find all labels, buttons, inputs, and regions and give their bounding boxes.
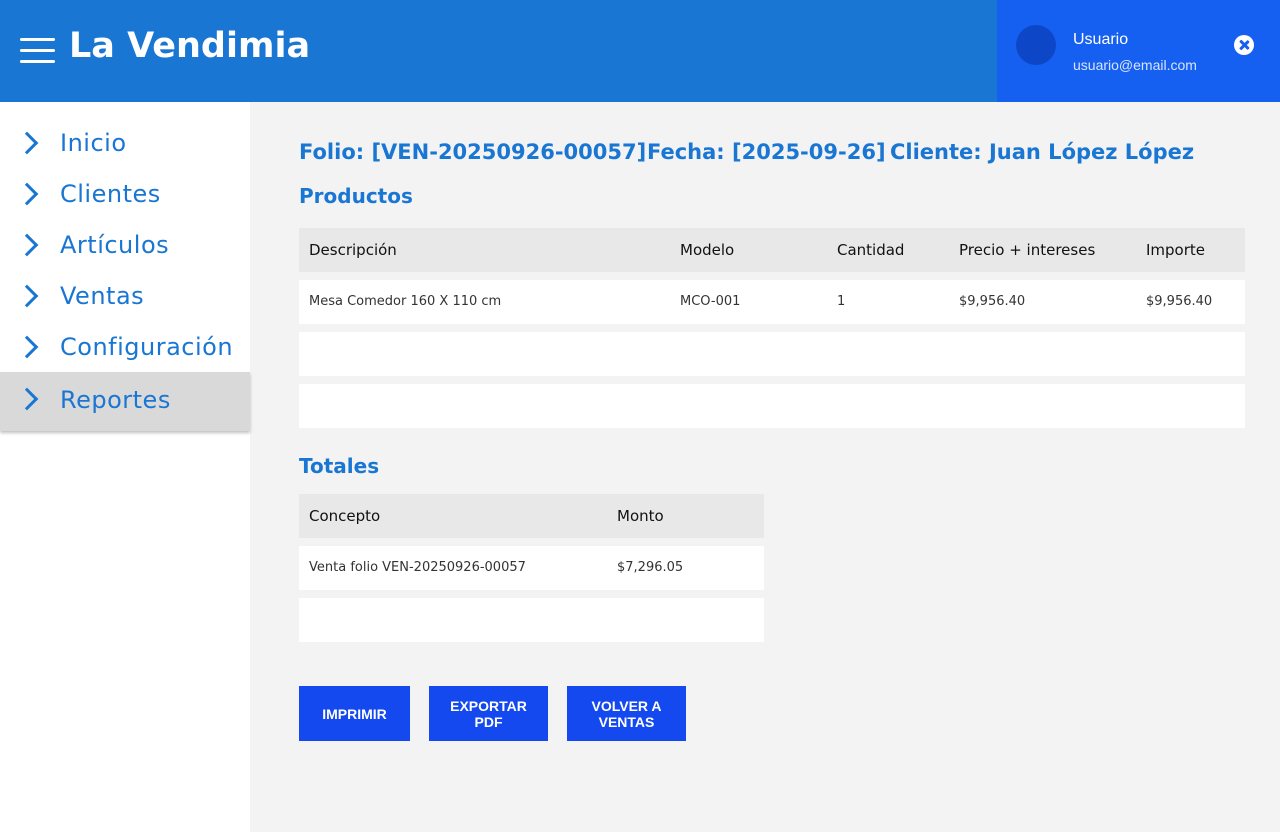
user-email: usuario@email.com (1073, 57, 1197, 73)
column-header: Cantidad (837, 241, 905, 259)
sale-folio: Folio: [VEN-20250926-00057] (299, 140, 647, 164)
avatar[interactable] (1016, 25, 1056, 65)
chevron-right-icon (17, 285, 39, 307)
cell-quantity: 1 (837, 294, 846, 309)
chevron-right-icon (17, 183, 39, 205)
sidebar-item-label: Clientes (60, 180, 161, 208)
sidebar-item-clientes[interactable]: Clientes (0, 168, 250, 219)
hamburger-menu-icon[interactable] (20, 38, 55, 64)
table-row-empty (299, 332, 1245, 376)
column-header: Precio + intereses (959, 241, 1096, 259)
table-row-empty (299, 598, 764, 642)
sidebar-item-inicio[interactable]: Inicio (0, 117, 250, 168)
cell-amount: $9,956.40 (1146, 294, 1213, 309)
table-row-empty (299, 384, 1245, 428)
column-header: Importe (1146, 241, 1206, 259)
column-header: Concepto (309, 507, 381, 525)
column-header: Modelo (680, 241, 735, 259)
chevron-right-icon (17, 132, 39, 154)
user-name: Usuario (1073, 31, 1129, 48)
cell-concept: Venta folio VEN-20250926-00057 (309, 560, 526, 575)
print-button[interactable]: IMPRIMIR (299, 686, 410, 741)
table-row[interactable]: Mesa Comedor 160 X 110 cm MCO-001 1 $9,9… (299, 280, 1245, 324)
sale-client: Cliente: Juan López López (890, 140, 1195, 164)
back-to-sales-button[interactable]: VOLVER A VENTAS (567, 686, 686, 741)
sale-date: Fecha: [2025-09-26] (647, 140, 886, 164)
cell-model: MCO-001 (680, 294, 741, 309)
export-pdf-button[interactable]: EXPORTAR PDF (429, 686, 548, 741)
app-header: La Vendimia (0, 0, 997, 102)
table-header: Descripción Modelo Cantidad Precio + int… (299, 228, 1245, 272)
sidebar-item-ventas[interactable]: Ventas (0, 270, 250, 321)
table-header: Concepto Monto (299, 494, 764, 538)
sidebar-item-reportes[interactable]: Reportes (0, 372, 250, 431)
sidebar-item-articulos[interactable]: Artículos (0, 219, 250, 270)
products-title: Productos (299, 184, 413, 208)
sidebar-item-label: Ventas (60, 282, 145, 310)
close-icon[interactable] (1234, 35, 1254, 55)
sidebar-item-label: Inicio (60, 129, 127, 157)
column-header: Descripción (309, 241, 397, 259)
sidebar-item-label: Configuración (60, 333, 234, 361)
totals-title: Totales (299, 454, 380, 478)
sidebar-item-label: Reportes (60, 386, 171, 414)
table-row[interactable]: Venta folio VEN-20250926-00057 $7,296.05 (299, 546, 764, 590)
sidebar-item-configuracion[interactable]: Configuración (0, 321, 250, 372)
user-panel: Usuario usuario@email.com (997, 0, 1280, 102)
cell-amount: $7,296.05 (617, 560, 684, 575)
sidebar-item-label: Artículos (60, 231, 170, 259)
products-table: Descripción Modelo Cantidad Precio + int… (299, 228, 1245, 428)
column-header: Monto (617, 507, 664, 525)
chevron-right-icon (17, 336, 39, 358)
chevron-right-icon (17, 388, 39, 410)
chevron-right-icon (17, 234, 39, 256)
sidebar: Inicio Clientes Artículos Ventas Configu… (0, 102, 250, 832)
cell-description: Mesa Comedor 160 X 110 cm (309, 294, 502, 309)
app-title: La Vendimia (69, 26, 311, 66)
cell-price: $9,956.40 (959, 294, 1026, 309)
totals-table: Concepto Monto Venta folio VEN-20250926-… (299, 494, 764, 642)
